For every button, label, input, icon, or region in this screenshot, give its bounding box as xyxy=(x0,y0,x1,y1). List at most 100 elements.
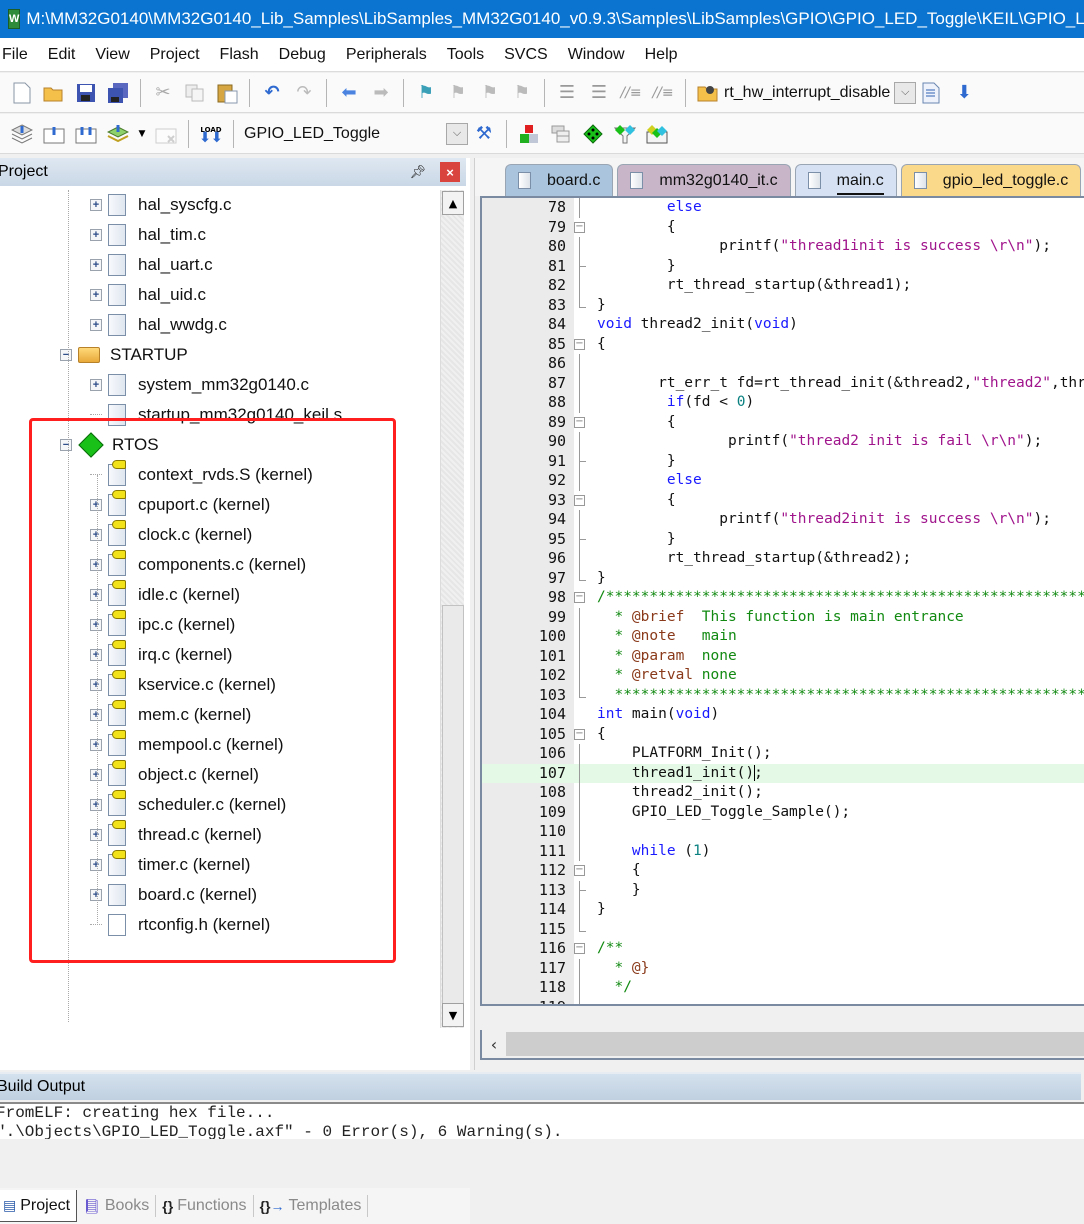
menu-help[interactable]: Help xyxy=(635,46,688,64)
tree-item[interactable]: + hal_uart.c xyxy=(90,250,213,280)
open-folder-icon[interactable] xyxy=(41,80,67,106)
scroll-up-arrow-icon[interactable]: ▲ xyxy=(442,191,464,215)
code-line[interactable]: 113 } xyxy=(482,880,1084,900)
code-line[interactable]: 112− { xyxy=(482,861,1084,881)
menu-view[interactable]: View xyxy=(85,46,139,64)
code-line[interactable]: 86 xyxy=(482,354,1084,374)
editor-tab-mm32g0140-it-c[interactable]: mm32g0140_it.c xyxy=(617,164,791,196)
tab-project[interactable]: ▤ Project xyxy=(0,1190,78,1222)
menu-flash[interactable]: Flash xyxy=(210,46,269,64)
code-line[interactable]: 92 else xyxy=(482,471,1084,491)
code-line[interactable]: 119 xyxy=(482,997,1084,1004)
batch-build-dropdown-icon[interactable]: ▼ xyxy=(137,121,147,147)
code-line[interactable]: 85−{ xyxy=(482,335,1084,355)
expand-icon[interactable]: + xyxy=(90,229,102,241)
manage-multi-project-icon[interactable] xyxy=(548,121,574,147)
translate-icon[interactable] xyxy=(9,121,35,147)
fold-collapse-icon[interactable]: − xyxy=(574,943,585,954)
code-line[interactable]: 115 xyxy=(482,919,1084,940)
fold-collapse-icon[interactable]: − xyxy=(574,416,585,428)
debug-find-icon[interactable]: ⬇ xyxy=(951,80,977,106)
code-line[interactable]: 117 * @} xyxy=(482,958,1084,978)
expand-icon[interactable]: + xyxy=(90,199,102,211)
code-line[interactable]: 81 } xyxy=(482,256,1084,276)
collapse-icon[interactable]: − xyxy=(60,349,72,361)
pin-icon[interactable]: 📌︎ xyxy=(409,164,426,180)
fold-collapse-icon[interactable]: − xyxy=(574,338,585,350)
menu-tools[interactable]: Tools xyxy=(437,46,494,64)
save-all-icon[interactable] xyxy=(105,80,131,106)
build-icon[interactable] xyxy=(41,121,67,147)
file-extensions-icon[interactable] xyxy=(516,121,542,147)
find-in-files-icon[interactable] xyxy=(695,80,721,106)
select-software-packs-icon[interactable] xyxy=(612,121,638,147)
navigate-back-icon[interactable]: ⬅ xyxy=(336,80,362,106)
tab-templates[interactable]: {}→ Templates xyxy=(254,1190,368,1222)
scroll-left-arrow-icon[interactable]: ‹ xyxy=(482,1035,506,1054)
chevron-down-icon[interactable]: ⌵ xyxy=(894,81,917,104)
expand-icon[interactable]: + xyxy=(90,319,102,331)
code-line[interactable]: 107 thread1_init(); xyxy=(482,763,1084,783)
expand-icon[interactable]: + xyxy=(90,289,102,301)
navigate-forward-icon[interactable]: ➡ xyxy=(368,80,394,106)
build-output-panel[interactable]: FromELF: creating hex file... ".\Objects… xyxy=(0,1102,1084,1139)
expand-icon[interactable]: + xyxy=(90,379,102,391)
redo-icon[interactable]: ↷ xyxy=(291,80,317,106)
stop-build-icon[interactable] xyxy=(153,121,179,147)
undo-icon[interactable]: ↶ xyxy=(259,80,285,106)
tree-item[interactable]: + system_mm32g0140.c xyxy=(90,370,309,400)
paste-icon[interactable] xyxy=(214,80,240,106)
code-line[interactable]: 116− /** xyxy=(482,939,1084,959)
code-line[interactable]: 80 printf("thread1init is success \r\n")… xyxy=(482,237,1084,257)
code-line[interactable]: 103 ************************************… xyxy=(482,685,1084,706)
code-line[interactable]: 100 * @note main xyxy=(482,627,1084,647)
code-line[interactable]: 82 rt_thread_startup(&thread1); xyxy=(482,276,1084,296)
code-line[interactable]: 105−{ xyxy=(482,725,1084,745)
code-line[interactable]: 97} xyxy=(482,568,1084,589)
code-line[interactable]: 87 rt_err_t fd=rt_thread_init(&thread2,"… xyxy=(482,373,1084,393)
target-combo[interactable]: GPIO_LED_Toggle ⌵ xyxy=(240,122,468,145)
code-line[interactable]: 101 * @param none xyxy=(482,646,1084,666)
menu-edit[interactable]: Edit xyxy=(38,46,86,64)
code-line[interactable]: 118 */ xyxy=(482,978,1084,998)
scroll-down-arrow-icon[interactable]: ▼ xyxy=(442,1003,464,1027)
tree-item[interactable]: + hal_wwdg.c xyxy=(90,310,227,340)
clear-bookmarks-icon[interactable]: ⚑ xyxy=(509,80,535,106)
scrollbar-thumb[interactable] xyxy=(442,605,464,1005)
code-line[interactable]: 99 * @brief This function is main entran… xyxy=(482,607,1084,627)
code-line[interactable]: 83} xyxy=(482,295,1084,316)
menu-peripherals[interactable]: Peripherals xyxy=(336,46,437,64)
comment-icon[interactable]: //≡ xyxy=(618,80,644,106)
code-line[interactable]: 90 printf("thread2 init is fail \r\n"); xyxy=(482,432,1084,452)
expand-icon[interactable]: + xyxy=(90,259,102,271)
code-line[interactable]: 96 rt_thread_startup(&thread2); xyxy=(482,549,1084,569)
indent-icon[interactable]: ☰ xyxy=(554,80,580,106)
fold-collapse-icon[interactable]: − xyxy=(574,728,585,740)
save-icon[interactable] xyxy=(73,80,99,106)
find-combo[interactable]: rt_hw_interrupt_disable ⌵ xyxy=(724,81,917,104)
code-line[interactable]: 91 } xyxy=(482,451,1084,471)
download-load-icon[interactable]: LOAD ⬇⬇ xyxy=(198,121,224,147)
fold-collapse-icon[interactable]: − xyxy=(574,592,585,603)
unindent-icon[interactable]: ☰ xyxy=(586,80,612,106)
code-line[interactable]: 94 printf("thread2init is success \r\n")… xyxy=(482,510,1084,530)
scrollbar-track[interactable] xyxy=(506,1032,1084,1056)
code-line[interactable]: 79− { xyxy=(482,218,1084,238)
manage-rte-icon[interactable] xyxy=(580,121,606,147)
chevron-down-icon[interactable]: ⌵ xyxy=(446,122,468,145)
tree-item[interactable]: + hal_uid.c xyxy=(90,280,206,310)
incremental-find-icon[interactable] xyxy=(919,80,945,106)
code-text-area[interactable]: 78 else 79− {80 printf("thread1init is su… xyxy=(480,196,1084,1006)
tree-item[interactable]: + hal_tim.c xyxy=(90,220,206,250)
fold-collapse-icon[interactable]: − xyxy=(574,494,585,506)
code-line[interactable]: 95 } xyxy=(482,529,1084,549)
code-line[interactable]: 108 thread2_init(); xyxy=(482,783,1084,803)
cut-icon[interactable]: ✂ xyxy=(150,80,176,106)
menu-window[interactable]: Window xyxy=(558,46,635,64)
close-icon[interactable]: × xyxy=(440,162,460,182)
editor-tab-gpio-led-toggle-c[interactable]: gpio_led_toggle.c xyxy=(900,164,1082,196)
code-line[interactable]: 93− { xyxy=(482,491,1084,511)
fold-collapse-icon[interactable]: − xyxy=(574,865,585,876)
fold-collapse-icon[interactable]: − xyxy=(574,221,585,233)
bookmark-icon[interactable]: ⚑ xyxy=(413,80,439,106)
